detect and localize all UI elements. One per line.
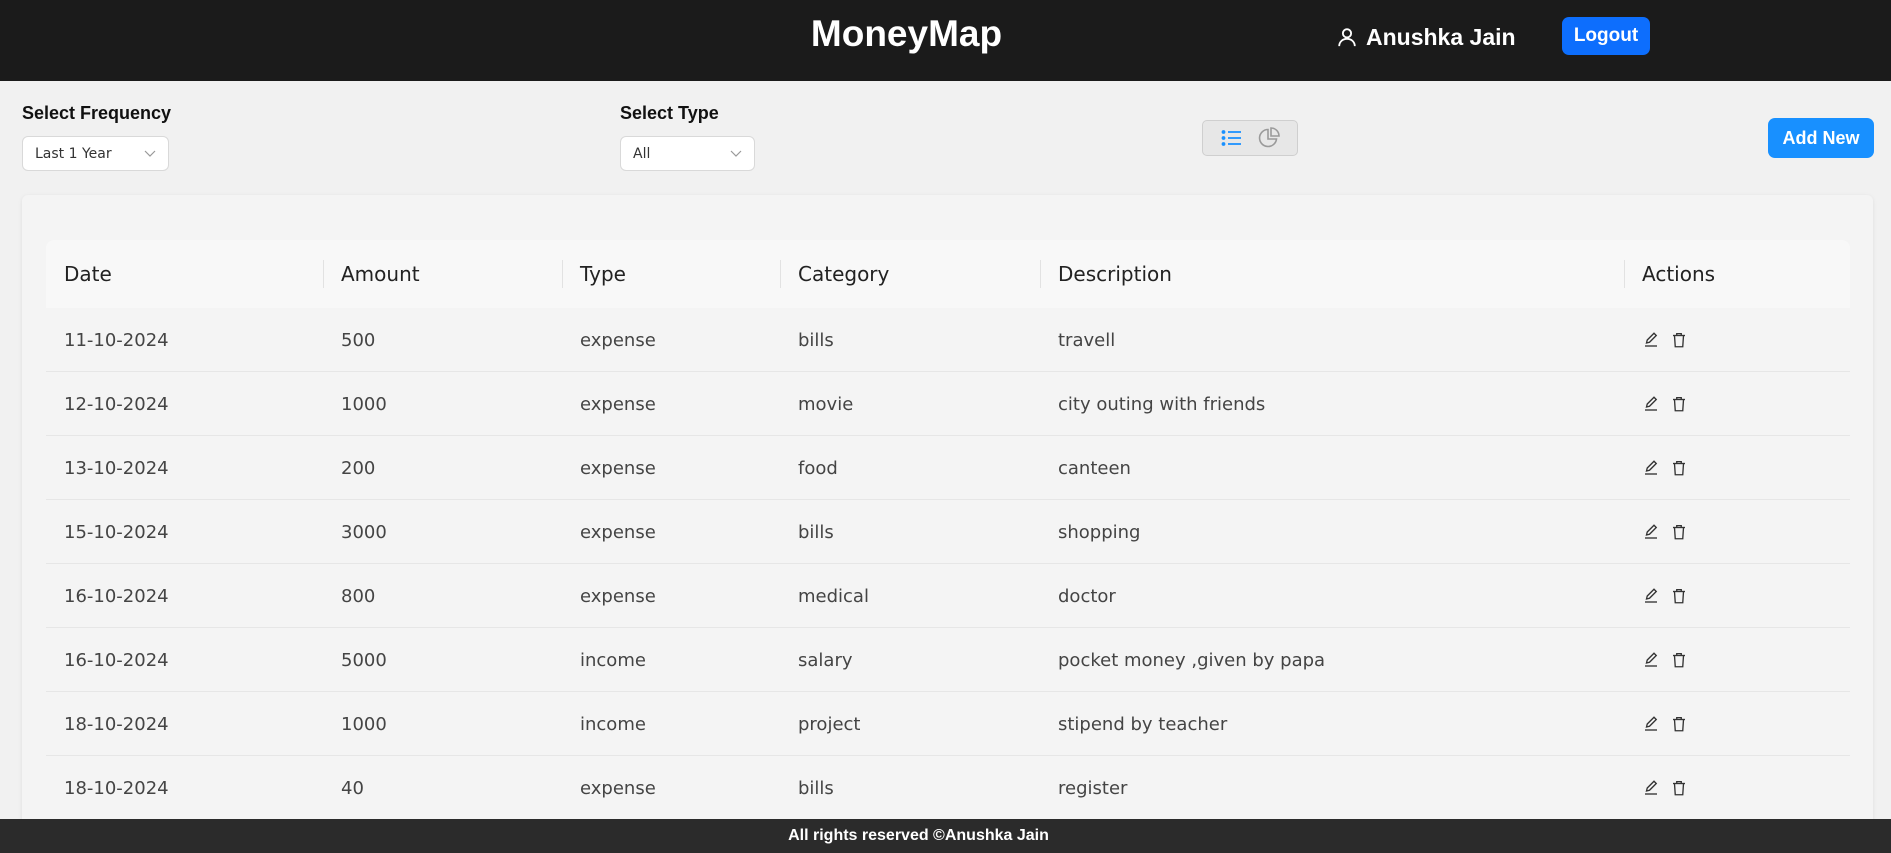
frequency-label: Select Frequency <box>22 103 172 123</box>
view-toggle <box>1202 120 1298 156</box>
delete-icon[interactable] <box>1670 715 1688 733</box>
edit-icon[interactable] <box>1642 715 1660 733</box>
cell-actions <box>1624 564 1688 628</box>
cell-type: expense <box>580 329 656 351</box>
cell-date: 18-10-2024 <box>64 713 169 735</box>
edit-icon[interactable] <box>1642 523 1660 541</box>
cell-date: 16-10-2024 <box>64 585 169 607</box>
cell-type: income <box>580 649 646 671</box>
cell-date: 16-10-2024 <box>64 649 169 671</box>
cell-amount: 5000 <box>341 649 387 671</box>
cell-amount: 1000 <box>341 393 387 415</box>
cell-actions <box>1624 692 1688 756</box>
cell-description: stipend by teacher <box>1058 713 1228 735</box>
column-header-actions: Actions <box>1624 240 1715 308</box>
table-row: 12-10-2024 1000 expense movie city outing wi… <box>46 372 1850 436</box>
delete-icon[interactable] <box>1670 651 1688 669</box>
type-label: Select Type <box>620 103 719 123</box>
column-header-category: Category <box>780 240 889 308</box>
top-navbar: MoneyMap Anushka Jain Logout <box>0 0 1891 81</box>
cell-description: city outing with friends <box>1058 393 1266 415</box>
cell-type: expense <box>580 777 656 799</box>
table-row: 16-10-2024 5000 income salary pocket money ,… <box>46 628 1850 692</box>
frequency-select[interactable]: Last 1 Year <box>22 136 169 171</box>
pie-chart-icon[interactable] <box>1257 126 1281 150</box>
column-header-amount: Amount <box>323 240 420 308</box>
delete-icon[interactable] <box>1670 459 1688 477</box>
edit-icon[interactable] <box>1642 651 1660 669</box>
add-new-button[interactable]: Add New <box>1768 118 1874 158</box>
cell-actions <box>1624 628 1688 692</box>
edit-icon[interactable] <box>1642 395 1660 413</box>
cell-date: 15-10-2024 <box>64 521 169 543</box>
edit-icon[interactable] <box>1642 331 1660 349</box>
column-header-type: Type <box>562 240 626 308</box>
delete-icon[interactable] <box>1670 395 1688 413</box>
edit-icon[interactable] <box>1642 779 1660 797</box>
edit-icon[interactable] <box>1642 587 1660 605</box>
cell-actions <box>1624 436 1688 500</box>
cell-category: project <box>798 713 861 735</box>
frequency-select-value: Last 1 Year <box>35 145 112 162</box>
cell-actions <box>1624 372 1688 436</box>
cell-category: bills <box>798 329 834 351</box>
cell-type: expense <box>580 521 656 543</box>
cell-amount: 1000 <box>341 713 387 735</box>
cell-description: register <box>1058 777 1128 799</box>
table-row: 18-10-2024 40 expense bills register <box>46 756 1850 820</box>
cell-description: pocket money ,given by papa <box>1058 649 1326 671</box>
column-header-description: Description <box>1040 240 1172 308</box>
cell-actions <box>1624 500 1688 564</box>
chevron-down-icon <box>730 150 742 157</box>
table-header: Date Amount Type Category Description Ac… <box>46 240 1850 308</box>
type-select-value: All <box>633 145 651 162</box>
table-row: 16-10-2024 800 expense medical doctor <box>46 564 1850 628</box>
cell-category: salary <box>798 649 853 671</box>
logout-button[interactable]: Logout <box>1562 17 1650 55</box>
cell-actions <box>1624 308 1688 372</box>
edit-icon[interactable] <box>1642 459 1660 477</box>
cell-category: movie <box>798 393 854 415</box>
table-row: 15-10-2024 3000 expense bills shopping <box>46 500 1850 564</box>
cell-amount: 200 <box>341 457 376 479</box>
cell-actions <box>1624 756 1688 820</box>
cell-amount: 800 <box>341 585 376 607</box>
delete-icon[interactable] <box>1670 779 1688 797</box>
delete-icon[interactable] <box>1670 587 1688 605</box>
cell-description: shopping <box>1058 521 1141 543</box>
cell-date: 12-10-2024 <box>64 393 169 415</box>
cell-date: 13-10-2024 <box>64 457 169 479</box>
delete-icon[interactable] <box>1670 331 1688 349</box>
cell-amount: 3000 <box>341 521 387 543</box>
cell-amount: 500 <box>341 329 376 351</box>
table-row: 13-10-2024 200 expense food canteen <box>46 436 1850 500</box>
delete-icon[interactable] <box>1670 523 1688 541</box>
user-name: Anushka Jain <box>1366 23 1516 50</box>
cell-type: expense <box>580 393 656 415</box>
cell-category: bills <box>798 521 834 543</box>
cell-type: income <box>580 713 646 735</box>
user-info: Anushka Jain <box>1336 22 1516 52</box>
table-row: 11-10-2024 500 expense bills travell <box>46 308 1850 372</box>
cell-date: 11-10-2024 <box>64 329 169 351</box>
cell-amount: 40 <box>341 777 364 799</box>
table-row: 18-10-2024 1000 income project stipend by te… <box>46 692 1850 756</box>
list-icon[interactable] <box>1220 126 1244 150</box>
type-select[interactable]: All <box>620 136 755 171</box>
cell-category: medical <box>798 585 869 607</box>
cell-category: food <box>798 457 838 479</box>
user-icon <box>1338 28 1356 47</box>
app-title: MoneyMap <box>810 13 1003 54</box>
chevron-down-icon <box>144 150 156 157</box>
cell-type: expense <box>580 457 656 479</box>
cell-description: travell <box>1058 329 1116 351</box>
cell-description: doctor <box>1058 585 1116 607</box>
cell-category: bills <box>798 777 834 799</box>
footer: All rights reserved ©Anushka Jain <box>0 819 1891 853</box>
cell-description: canteen <box>1058 457 1131 479</box>
cell-type: expense <box>580 585 656 607</box>
cell-date: 18-10-2024 <box>64 777 169 799</box>
column-header-date: Date <box>64 262 112 286</box>
